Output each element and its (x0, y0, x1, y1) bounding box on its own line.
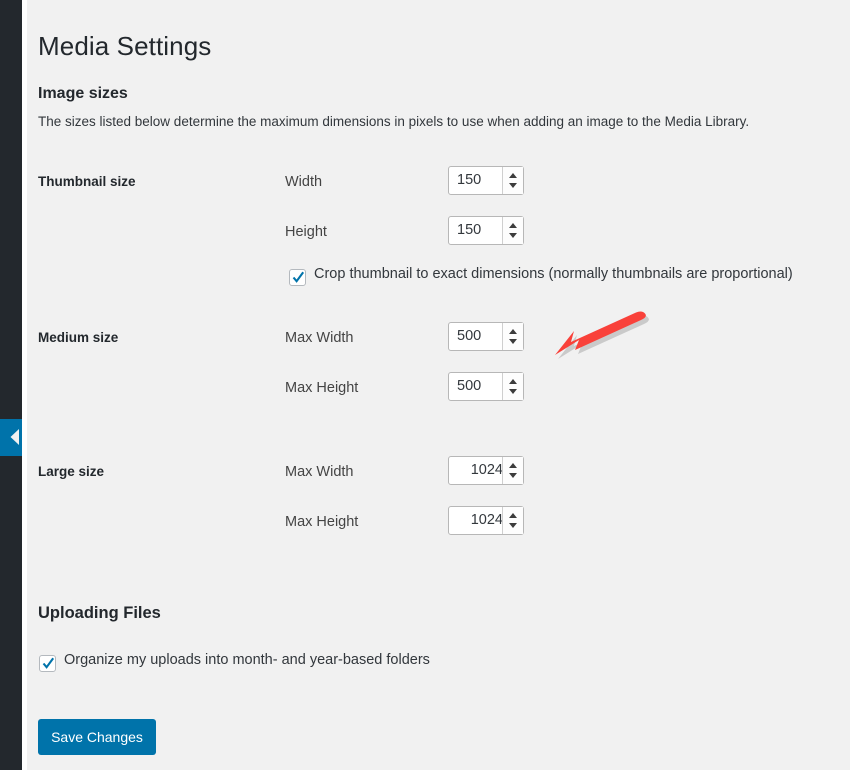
medium-max-width-input[interactable]: 500 (448, 322, 524, 351)
checkmark-icon (292, 271, 305, 283)
crop-thumbnail-label: Crop thumbnail to exact dimensions (norm… (314, 266, 793, 282)
stepper-down-icon[interactable] (509, 473, 517, 478)
settings-page: Media Settings Image sizes The sizes lis… (27, 0, 850, 770)
large-max-height-stepper[interactable] (502, 507, 523, 534)
admin-sidebar-rail (0, 0, 22, 770)
thumbnail-height-stepper[interactable] (502, 217, 523, 244)
field-label-large-max-height: Max Height (285, 514, 359, 530)
thumbnail-width-input[interactable]: 150 (448, 166, 524, 195)
large-max-width-value[interactable]: 1024 (449, 457, 503, 484)
section-heading-image-sizes: Image sizes (38, 85, 128, 103)
page-title: Media Settings (38, 31, 212, 62)
thumbnail-height-value[interactable]: 150 (449, 217, 501, 244)
row-label-large-size: Large size (38, 464, 105, 479)
thumbnail-height-input[interactable]: 150 (448, 216, 524, 245)
row-label-thumbnail-size: Thumbnail size (38, 174, 136, 189)
chevron-left-icon (10, 429, 19, 445)
organize-uploads-checkbox[interactable] (39, 655, 56, 672)
field-label-large-max-width: Max Width (285, 464, 354, 480)
medium-max-height-stepper[interactable] (502, 373, 523, 400)
collapse-menu-button[interactable] (0, 419, 22, 456)
stepper-up-icon[interactable] (509, 329, 517, 334)
stepper-up-icon[interactable] (509, 173, 517, 178)
stepper-up-icon[interactable] (509, 463, 517, 468)
medium-max-height-input[interactable]: 500 (448, 372, 524, 401)
large-max-height-value[interactable]: 1024 (449, 507, 503, 534)
crop-thumbnail-checkbox[interactable] (289, 269, 306, 286)
organize-uploads-label: Organize my uploads into month- and year… (64, 652, 430, 668)
large-max-width-stepper[interactable] (502, 457, 523, 484)
checkmark-icon (42, 657, 55, 669)
stepper-up-icon[interactable] (509, 513, 517, 518)
stepper-down-icon[interactable] (509, 523, 517, 528)
stepper-down-icon[interactable] (509, 183, 517, 188)
annotation-arrow-icon (555, 311, 649, 359)
large-max-width-input[interactable]: 1024 (448, 456, 524, 485)
medium-max-width-value[interactable]: 500 (449, 323, 501, 350)
field-label-thumbnail-height: Height (285, 224, 327, 240)
medium-max-height-value[interactable]: 500 (449, 373, 501, 400)
field-label-thumbnail-width: Width (285, 174, 323, 190)
stepper-down-icon[interactable] (509, 233, 517, 238)
stepper-down-icon[interactable] (509, 339, 517, 344)
field-label-medium-max-width: Max Width (285, 330, 354, 346)
image-sizes-description: The sizes listed below determine the max… (38, 114, 750, 129)
field-label-medium-max-height: Max Height (285, 380, 359, 396)
large-max-height-input[interactable]: 1024 (448, 506, 524, 535)
thumbnail-width-value[interactable]: 150 (449, 167, 501, 194)
save-changes-button[interactable]: Save Changes (38, 719, 156, 755)
stepper-up-icon[interactable] (509, 379, 517, 384)
thumbnail-width-stepper[interactable] (502, 167, 523, 194)
stepper-up-icon[interactable] (509, 223, 517, 228)
section-heading-uploading-files: Uploading Files (38, 603, 161, 622)
stepper-down-icon[interactable] (509, 389, 517, 394)
medium-max-width-stepper[interactable] (502, 323, 523, 350)
row-label-medium-size: Medium size (38, 330, 119, 345)
